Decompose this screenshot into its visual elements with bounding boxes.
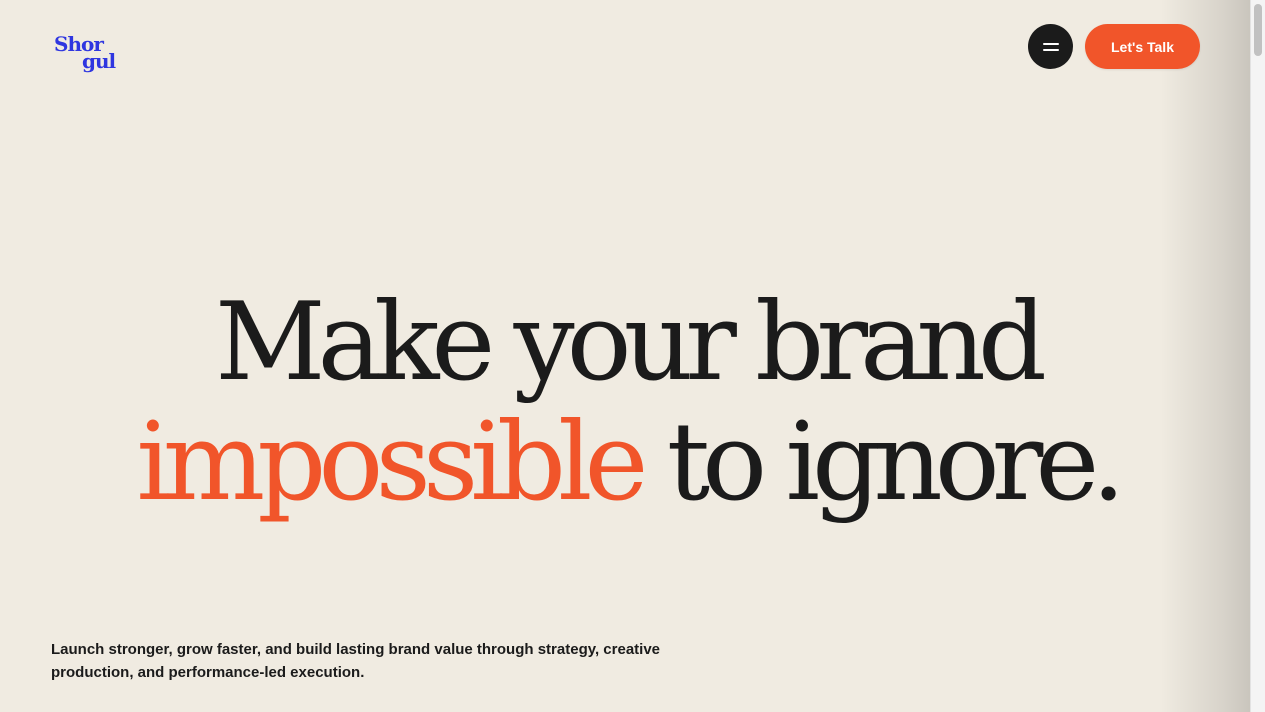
lets-talk-button[interactable]: Let's Talk [1085, 24, 1200, 69]
tagline-line-2: production, and performance-led executio… [51, 664, 365, 681]
hero-line-1: Make your brand [214, 280, 1047, 406]
scrollbar-thumb[interactable] [1254, 4, 1262, 56]
menu-icon [1042, 42, 1059, 51]
page: Shor gul Let's Talk Make your brand impo… [0, 0, 1250, 712]
scrollbar[interactable] [1250, 0, 1265, 712]
menu-button[interactable] [1028, 24, 1073, 69]
hero-heading: Make your brand impossible to ignore. [0, 283, 1250, 523]
logo[interactable]: Shor gul [54, 34, 126, 78]
tagline-line-1: Launch stronger, grow faster, and build … [51, 641, 661, 658]
hero-line-2-rest: to ignore. [640, 400, 1126, 526]
hero-line-2: impossible to ignore. [2, 403, 1250, 523]
hero-accent-word: impossible [136, 400, 648, 526]
tagline: Launch stronger, grow faster, and build … [51, 638, 741, 684]
